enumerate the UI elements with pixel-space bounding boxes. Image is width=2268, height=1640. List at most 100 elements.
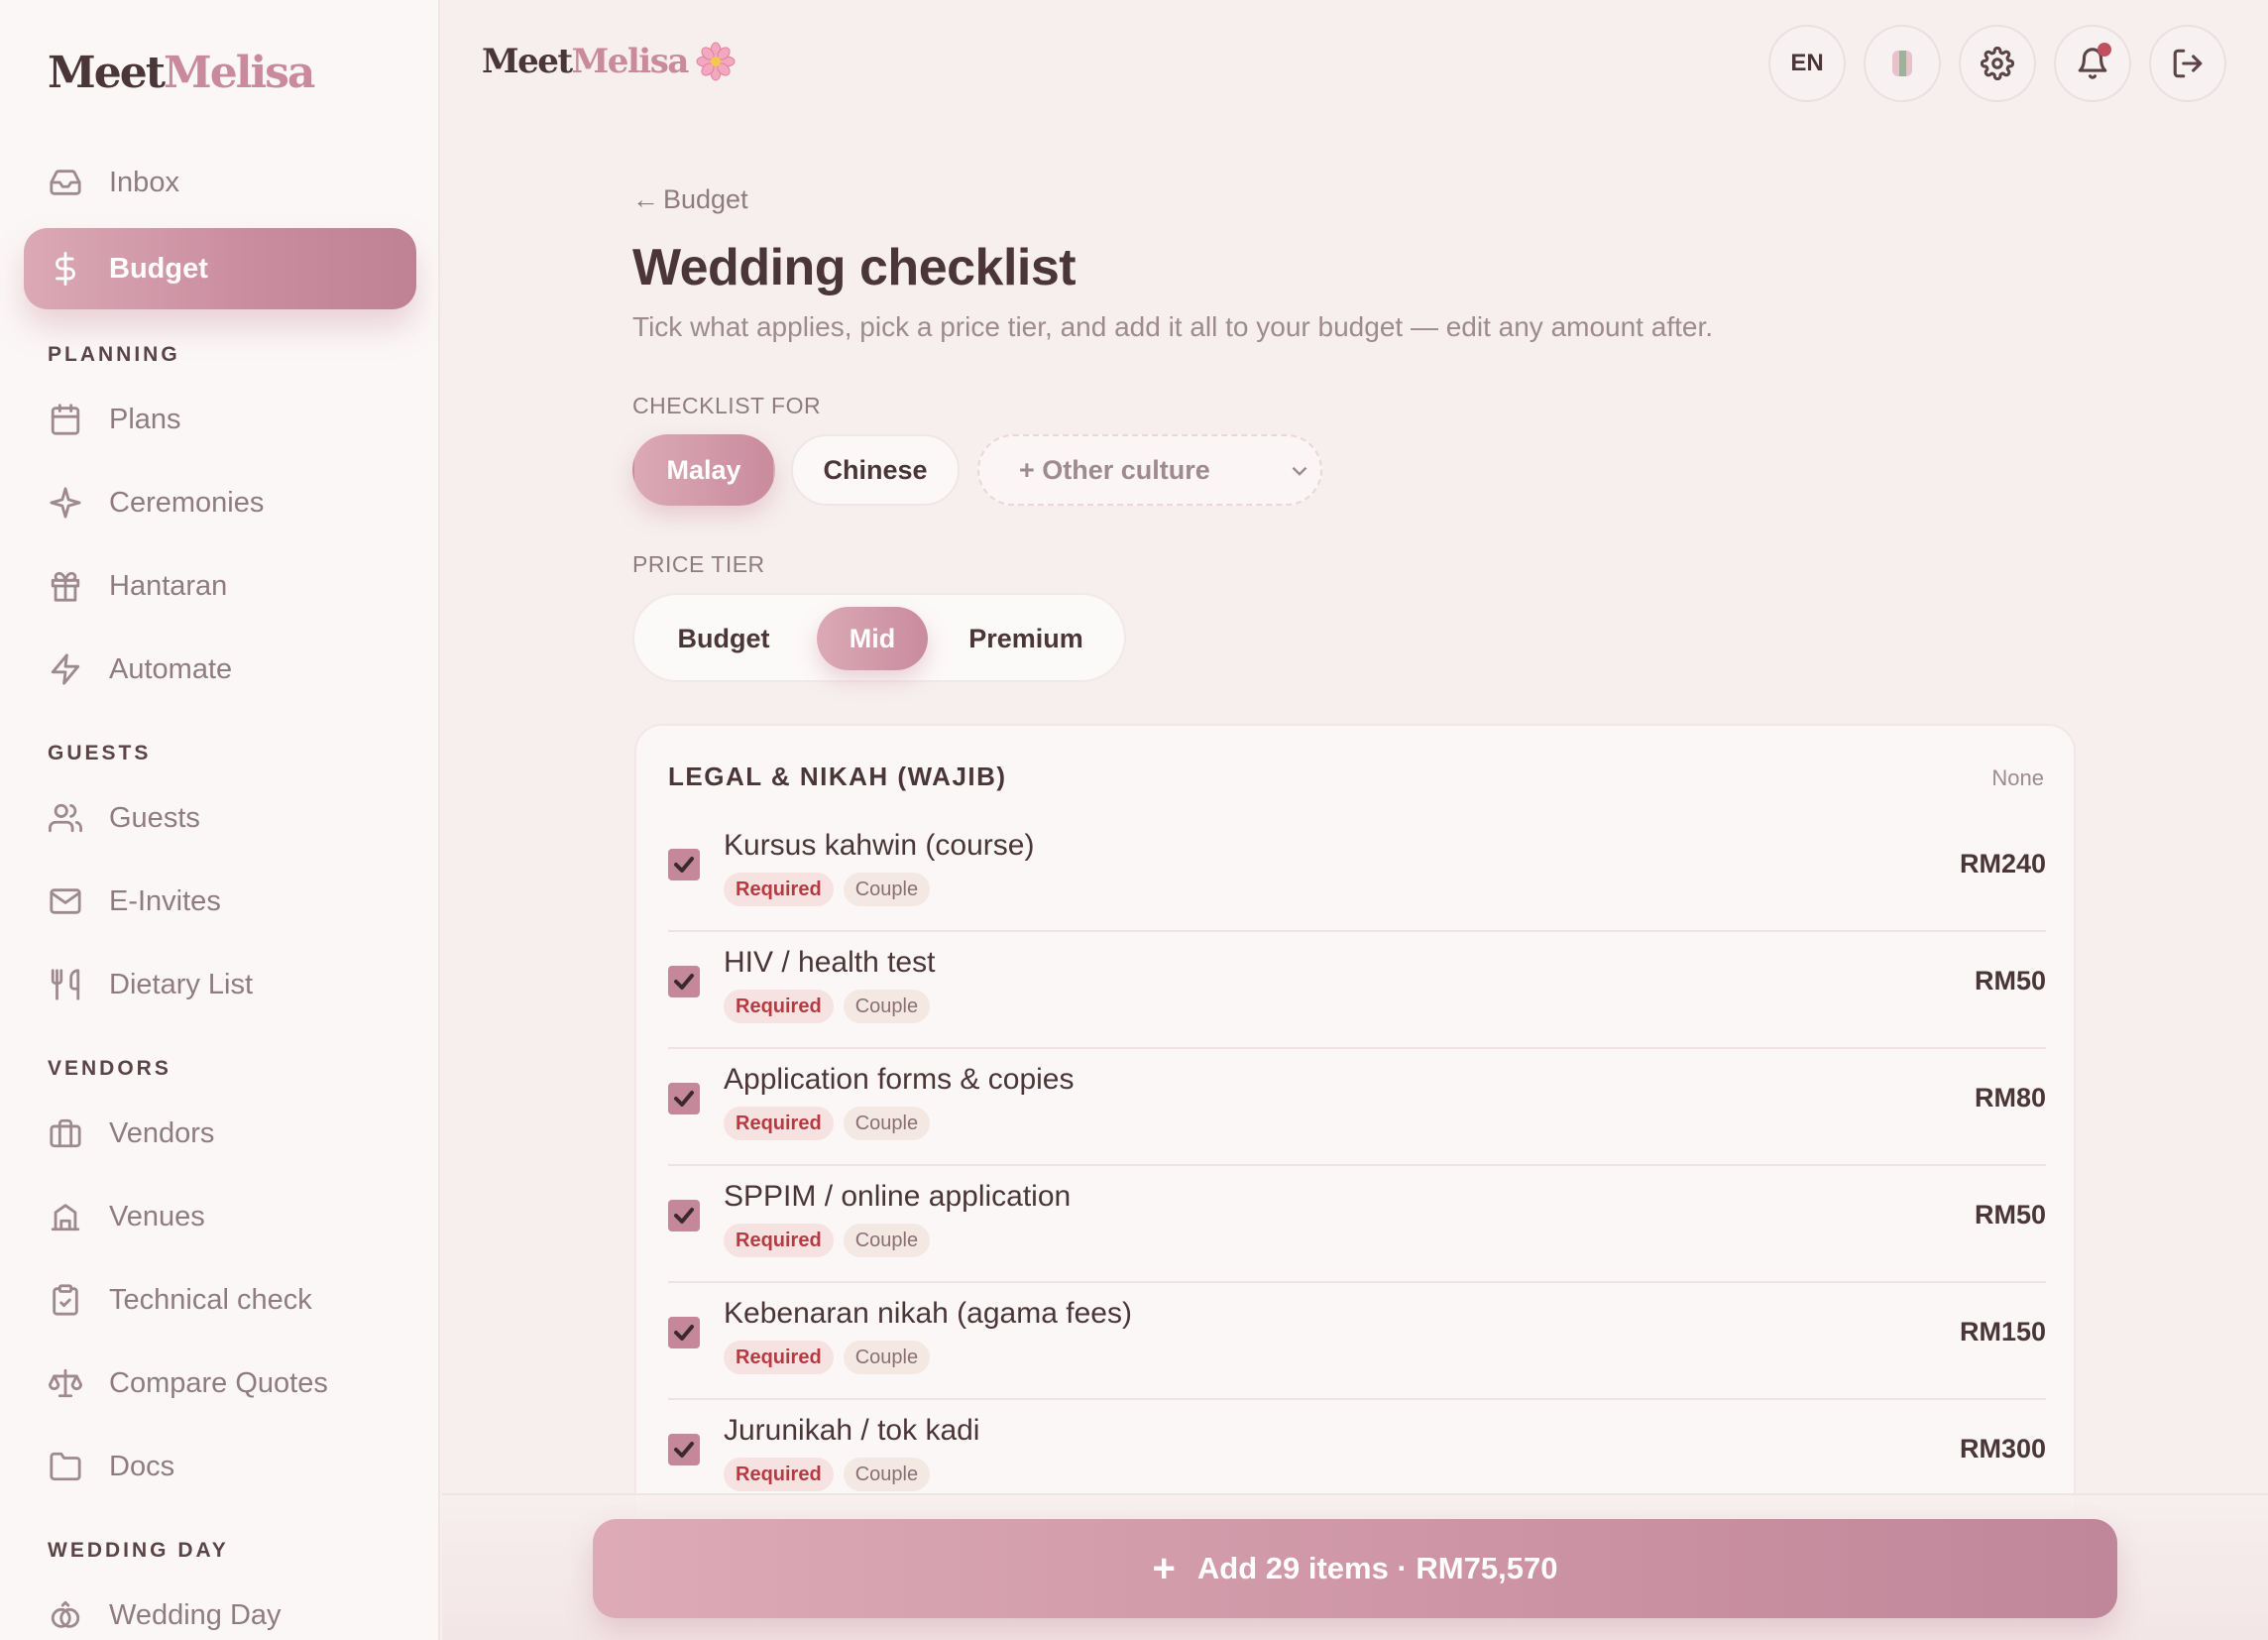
couple-tag: Couple bbox=[843, 1341, 931, 1374]
item-checkbox[interactable] bbox=[668, 1317, 700, 1348]
item-checkbox[interactable] bbox=[668, 1434, 700, 1465]
sidebar-item-ceremonies[interactable]: Ceremonies bbox=[24, 462, 416, 543]
item-checkbox[interactable] bbox=[668, 1200, 700, 1231]
sidebar-item-plans[interactable]: Plans bbox=[24, 379, 416, 460]
check-icon bbox=[674, 1208, 694, 1224]
gear-icon bbox=[1981, 47, 2014, 80]
language-label: EN bbox=[1790, 50, 1824, 76]
back-link-budget[interactable]: ← Budget bbox=[632, 184, 748, 215]
couple-tag: Couple bbox=[843, 990, 931, 1023]
logout-icon bbox=[2173, 49, 2203, 78]
notifications-button[interactable] bbox=[2054, 25, 2131, 102]
card-title: LEGAL & NIKAH (WAJIB) bbox=[668, 761, 1007, 791]
item-checkbox[interactable] bbox=[668, 849, 700, 880]
item-price: RM50 bbox=[1974, 966, 2046, 996]
tier-budget[interactable]: Budget bbox=[648, 607, 799, 670]
item-name: Kebenaran nikah (agama fees) bbox=[724, 1297, 1132, 1330]
check-icon bbox=[674, 974, 694, 990]
flower-icon bbox=[696, 42, 736, 81]
theme-swatch-button[interactable] bbox=[1864, 25, 1941, 102]
required-tag: Required bbox=[724, 873, 834, 906]
theme-swatch-icon bbox=[1892, 51, 1912, 76]
sidebar-item-budget[interactable]: Budget bbox=[24, 228, 416, 309]
required-tag: Required bbox=[724, 1458, 834, 1491]
page-title: Wedding checklist bbox=[632, 239, 1077, 296]
gift-icon bbox=[48, 568, 83, 604]
sidebar-item-dietary-list[interactable]: Dietary List bbox=[24, 944, 416, 1025]
section-label-planning: PLANNING bbox=[48, 343, 180, 366]
item-name: HIV / health test bbox=[724, 946, 936, 979]
sidebar-item-compare-quotes[interactable]: Compare Quotes bbox=[24, 1343, 416, 1424]
culture-pill-malay[interactable]: Malay bbox=[632, 434, 775, 506]
sidebar-item-label: Budget bbox=[109, 252, 208, 285]
select-none-button[interactable]: None bbox=[1991, 765, 2044, 791]
sidebar-item-guests[interactable]: Guests bbox=[24, 777, 416, 859]
rings-icon bbox=[48, 1597, 83, 1633]
checklist-for-label: CHECKLIST FOR bbox=[632, 393, 822, 418]
top-logo[interactable]: Meet Melisa bbox=[482, 42, 736, 81]
sidebar-logo[interactable]: MeetMelisa bbox=[48, 48, 315, 98]
item-name: Jurunikah / tok kadi bbox=[724, 1414, 980, 1447]
couple-tag: Couple bbox=[843, 1107, 931, 1140]
users-icon bbox=[48, 800, 83, 836]
item-price: RM240 bbox=[1959, 849, 2046, 879]
sidebar-item-label: Compare Quotes bbox=[109, 1366, 328, 1399]
sidebar-item-venues[interactable]: Venues bbox=[24, 1176, 416, 1257]
sidebar-item-hantaran[interactable]: Hantaran bbox=[24, 545, 416, 627]
section-label-vendors: VENDORS bbox=[48, 1057, 171, 1080]
sidebar-item-wedding-day[interactable]: Wedding Day bbox=[24, 1575, 416, 1640]
add-items-button[interactable]: + Add 29 items · RM75,570 bbox=[593, 1519, 2117, 1618]
logo-text-melisa: Melisa bbox=[164, 48, 315, 98]
check-icon bbox=[674, 1325, 694, 1341]
settings-button[interactable] bbox=[1959, 25, 2036, 102]
price-tier-selector: Budget Mid Premium bbox=[632, 593, 1126, 682]
language-button[interactable]: EN bbox=[1768, 25, 1846, 102]
item-price: RM150 bbox=[1959, 1317, 2046, 1347]
sidebar-item-vendors[interactable]: Vendors bbox=[24, 1093, 416, 1174]
item-price: RM50 bbox=[1974, 1200, 2046, 1230]
chevron-down-icon bbox=[1292, 466, 1307, 476]
sidebar-item-label: Ceremonies bbox=[109, 486, 265, 519]
logo-text-melisa: Melisa bbox=[571, 42, 690, 81]
sidebar-item-label: Dietary List bbox=[109, 968, 254, 1000]
calendar-icon bbox=[48, 402, 83, 437]
other-culture-select[interactable]: + Other culture bbox=[977, 434, 1322, 506]
tier-premium[interactable]: Premium bbox=[942, 607, 1110, 670]
logout-button[interactable] bbox=[2149, 25, 2226, 102]
back-link-label: Budget bbox=[663, 184, 748, 214]
folder-icon bbox=[48, 1449, 83, 1484]
couple-tag: Couple bbox=[843, 1458, 931, 1491]
sidebar-item-technical-check[interactable]: Technical check bbox=[24, 1259, 416, 1341]
item-name: Kursus kahwin (course) bbox=[724, 829, 1035, 862]
page-subtitle: Tick what applies, pick a price tier, an… bbox=[632, 311, 1714, 342]
building-icon bbox=[48, 1199, 83, 1234]
scale-icon bbox=[48, 1365, 83, 1401]
item-price: RM300 bbox=[1959, 1434, 2046, 1464]
sidebar-item-label: Vendors bbox=[109, 1116, 215, 1149]
inbox-icon bbox=[48, 165, 83, 200]
sidebar-item-docs[interactable]: Docs bbox=[24, 1426, 416, 1507]
sidebar-item-inbox[interactable]: Inbox bbox=[24, 142, 416, 223]
required-tag: Required bbox=[724, 1224, 834, 1257]
sidebar-item-e-invites[interactable]: E-Invites bbox=[24, 861, 416, 942]
briefcase-icon bbox=[48, 1115, 83, 1151]
required-tag: Required bbox=[724, 990, 834, 1023]
arrow-left-icon: ← bbox=[632, 184, 659, 214]
sidebar-item-automate[interactable]: Automate bbox=[24, 629, 416, 710]
plus-icon: + bbox=[1152, 1547, 1176, 1590]
add-items-label: Add 29 items · RM75,570 bbox=[1196, 1551, 1558, 1585]
check-icon bbox=[674, 857, 694, 873]
sparkle-icon bbox=[48, 485, 83, 521]
couple-tag: Couple bbox=[843, 1224, 931, 1257]
tier-mid[interactable]: Mid bbox=[817, 607, 928, 670]
culture-pill-chinese[interactable]: Chinese bbox=[791, 434, 960, 506]
item-checkbox[interactable] bbox=[668, 966, 700, 997]
other-culture-label: + Other culture bbox=[1019, 454, 1210, 485]
item-name: SPPIM / online application bbox=[724, 1180, 1072, 1213]
sidebar-item-label: Hantaran bbox=[109, 569, 228, 602]
required-tag: Required bbox=[724, 1341, 834, 1374]
item-checkbox[interactable] bbox=[668, 1083, 700, 1114]
clipboard-check-icon bbox=[48, 1282, 83, 1318]
item-name: Application forms & copies bbox=[724, 1063, 1075, 1096]
sidebar-item-label: Docs bbox=[109, 1450, 175, 1482]
